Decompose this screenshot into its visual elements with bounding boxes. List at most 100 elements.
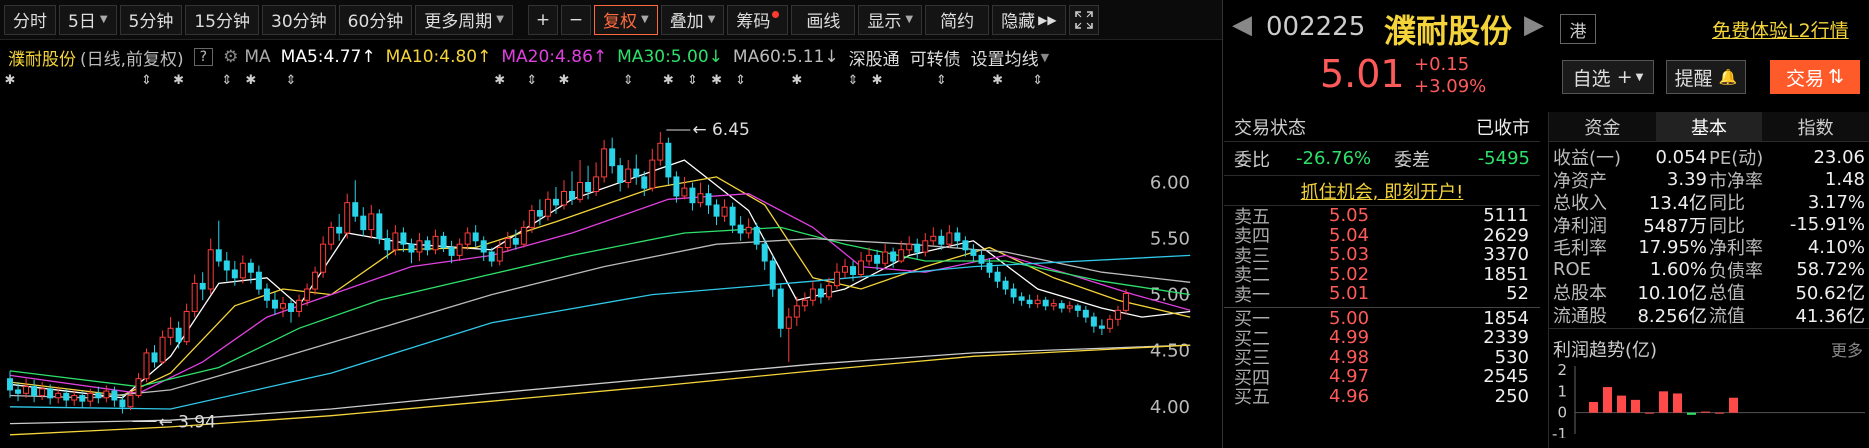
l2-trial-link[interactable]: 免费体验L2行情: [1712, 16, 1849, 43]
gear-icon[interactable]: ⚙: [223, 47, 238, 67]
profit-bar: [1701, 411, 1710, 413]
buy-level-row[interactable]: 买五 4.96 250: [1224, 385, 1540, 409]
tab-1[interactable]: 基本: [1655, 112, 1763, 141]
candle-down: [512, 238, 519, 245]
overlay-dropdown[interactable]: 叠加 ▼: [660, 4, 725, 35]
last-price: 5.01: [1320, 52, 1405, 96]
order-book-panel: 交易状态 已收市 委比 -26.76% 委差 -5495 抓住机会, 即刻开户!…: [1224, 112, 1540, 448]
candle-down: [119, 399, 126, 408]
period-tab-0[interactable]: 分时: [4, 4, 56, 35]
candle-up: [159, 336, 166, 363]
candle-up: [103, 390, 110, 399]
sell-level-row[interactable]: 卖一 5.01 52: [1224, 283, 1540, 306]
chips-button[interactable]: 筹码: [727, 4, 789, 35]
open-account-link[interactable]: 抓住机会, 即刻开户!: [1224, 176, 1540, 206]
candle-up: [593, 176, 600, 192]
candle-down: [1018, 296, 1025, 301]
draw-line-button[interactable]: 画线: [791, 4, 856, 35]
candle-down: [424, 240, 431, 251]
order-vol: 1851: [1483, 263, 1529, 285]
alert-button[interactable]: 提醒 🔔: [1666, 60, 1746, 94]
candle-down: [713, 204, 720, 217]
period-tab-6[interactable]: 更多周期 ▼: [415, 4, 513, 35]
fundamental-k1: ROE: [1553, 259, 1592, 281]
fullscreen-button[interactable]: [1068, 4, 1099, 35]
candle-up: [328, 226, 335, 245]
ma60-value: MA60:5.11: [732, 47, 825, 67]
watchlist-button[interactable]: 自选 + ▼: [1562, 60, 1654, 94]
order-price: 4.99: [1329, 327, 1370, 349]
ma-settings-link[interactable]: 设置均线: [971, 45, 1039, 70]
period-label: 60分钟: [347, 12, 404, 32]
period-tab-5[interactable]: 60分钟: [338, 4, 413, 35]
convertible-bond-link[interactable]: 可转债: [910, 45, 961, 70]
hk-badge[interactable]: 港: [1560, 14, 1596, 44]
candle-up: [906, 243, 913, 251]
help-button[interactable]: ?: [193, 48, 214, 66]
next-stock-icon[interactable]: ▶: [1524, 10, 1544, 40]
candle-up: [898, 249, 905, 262]
candle-up: [87, 392, 94, 402]
simple-mode-button[interactable]: 简约: [925, 4, 990, 35]
candle-up: [785, 316, 792, 329]
candle-down: [890, 251, 897, 262]
stock-code: 002225: [1266, 12, 1366, 42]
low-label: ← 3.94: [158, 412, 216, 432]
candle-down: [15, 389, 22, 394]
more-link[interactable]: 更多: [1831, 337, 1863, 361]
period-tab-1[interactable]: 5日 ▼: [59, 4, 117, 35]
display-dropdown[interactable]: 显示 ▼: [858, 4, 923, 35]
order-vol: 52: [1506, 283, 1529, 305]
fundamentals-table: 收益(一) 0.054 PE(动) 23.06 净资产 3.39 市净率 1.48 总收入 13.…: [1549, 142, 1869, 327]
fundamental-v1: 17.95%: [1638, 236, 1707, 258]
order-vol: 2339: [1483, 327, 1529, 349]
period-tab-3[interactable]: 15分钟: [185, 4, 259, 35]
candle-down: [215, 249, 222, 262]
order-vol: 2629: [1483, 224, 1529, 246]
candle-down: [737, 224, 744, 234]
candle-up: [825, 285, 832, 298]
event-marker-icon: ✱: [872, 73, 883, 88]
chevron-down-icon: ▼: [905, 14, 914, 25]
bell-icon: 🔔: [1718, 68, 1738, 86]
candle-up: [143, 352, 150, 380]
trade-button[interactable]: 交易 ⇅: [1770, 60, 1860, 94]
fuquan-dropdown[interactable]: 复权 ▼: [593, 4, 658, 35]
panel-divider[interactable]: [1222, 0, 1223, 448]
tab-0[interactable]: 资金: [1549, 112, 1656, 141]
profit-bar: [1659, 391, 1668, 413]
hide-button[interactable]: 隐藏 ▶▶: [992, 4, 1066, 35]
candle-down: [1082, 309, 1089, 318]
order-price: 4.96: [1329, 385, 1370, 407]
candle-up: [191, 282, 198, 312]
zoom-in-button[interactable]: +: [527, 4, 558, 35]
y-tick-label: 5.50: [1150, 229, 1190, 250]
candle-up: [745, 226, 752, 234]
notification-dot-icon: [772, 11, 780, 18]
candle-down: [665, 142, 672, 178]
zoom-out-button[interactable]: −: [560, 4, 591, 35]
hk-connect-link[interactable]: 深股通: [849, 45, 900, 70]
fundamental-v1: 8.256亿: [1637, 305, 1707, 327]
candle-up: [320, 243, 327, 273]
candle-down: [1074, 305, 1081, 311]
candle-down: [633, 168, 640, 178]
period-tab-2[interactable]: 5分钟: [119, 4, 183, 35]
profit-bar: [1673, 393, 1682, 413]
profit-y-tick: 1: [1557, 382, 1567, 400]
candle-down: [954, 232, 961, 242]
candle-up: [304, 288, 311, 301]
profit-bar: [1631, 399, 1640, 413]
candle-down: [617, 165, 624, 184]
event-marker-icon: ⇕: [526, 73, 537, 88]
candle-up: [625, 168, 632, 184]
profit-bar: [1687, 412, 1696, 415]
candle-up: [681, 187, 688, 197]
tab-2[interactable]: 指数: [1762, 112, 1869, 141]
period-tab-4[interactable]: 30分钟: [262, 4, 336, 35]
stock-app: 分时 5日 ▼ 5分钟 15分钟 30分钟 60分钟 更多周期 ▼ + − 复权 ▼ 叠加 ▼ …: [0, 0, 1869, 448]
candle-down: [962, 240, 969, 251]
kline-chart[interactable]: ✱ ⇕ ✱ ⇕ ✱ ⇕ ✱ ⇕ ✱ ⇕ ✱ ⇕ ✱ ⇕ ✱ ⇕ ✱ ⇕ ✱ ⇕ 6.00 5.50 5.00 4.50 4.00…: [0, 72, 1222, 448]
candle-down: [1002, 280, 1009, 290]
prev-stock-icon[interactable]: ◀: [1232, 10, 1252, 40]
